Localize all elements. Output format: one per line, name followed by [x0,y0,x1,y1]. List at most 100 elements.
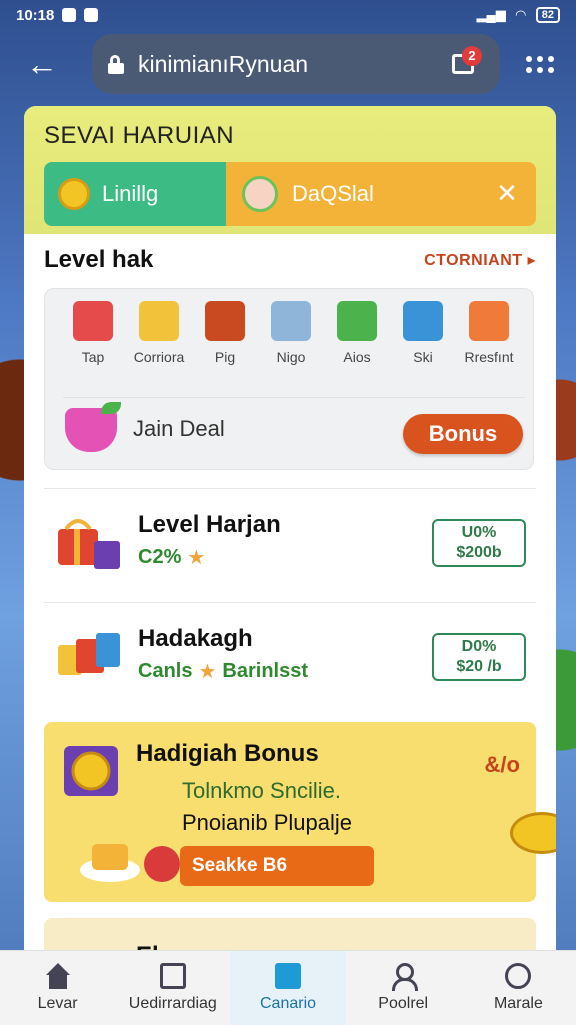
bonus-button[interactable]: Bonus [403,414,523,454]
bonus-percent: &/o [484,752,520,777]
category-item[interactable]: Tap [63,301,123,365]
category-item[interactable]: Ski [393,301,453,365]
pot-icon [205,301,245,341]
reward-title: Hadakagh [138,625,253,652]
tab-right[interactable]: DaQSlal ✕ [226,162,536,226]
section-title: Level hak [44,246,154,273]
category-label: Tap [81,349,105,365]
bottom-navigation: Levar Uedirrardiag Canario Poolrel Maral… [0,950,576,1025]
category-grid: Tap Corriora Pig Nigo Aios Ski Rresfınt [45,289,533,365]
coin-icon [510,812,556,854]
nav-label: Canario [259,995,317,1012]
category-label: Corriora [133,349,185,365]
category-label: Ski [413,349,433,365]
document-icon [159,963,186,989]
pill-top: D0% [461,638,497,655]
reward-subtitle: Canls ★ Barinlsst [138,659,308,684]
character-icon [242,176,278,212]
category-panel: Tap Corriora Pig Nigo Aios Ski Rresfınt Jain D… [44,288,534,470]
category-label: Aios [343,349,371,365]
reward-sub-label: Canls [138,660,193,682]
bonus-line-2: Pnoianib Plupalje [182,810,353,835]
section-header: Level hak CTORNIANT ▸ [44,244,536,276]
messages-button[interactable]: 2 [448,46,482,80]
pill-bottom: $20 /b [456,658,502,675]
medal-icon [64,746,118,796]
battery-icon: 82 [535,7,560,23]
lock-icon [108,55,124,74]
category-label: Pig [214,349,236,365]
blocks-icon [337,301,377,341]
reward-subtitle: C2% ★ [138,545,205,570]
heart-badge-icon [144,846,180,882]
notification-badge: 2 [462,46,482,66]
nav-label: Poolrel [378,995,429,1012]
status-time: 10:18 [16,6,55,24]
deal-label: Jain Deal [133,416,225,441]
card-header: SEVAI HARUIAN Linillg DaQSlal ✕ [24,106,556,234]
reward-value-pill[interactable]: U0% $200b [432,519,526,567]
status-bar: 10:18 ▂▄▆ ◠ 82 [0,0,576,30]
url-text: kinimianıRynuan [138,50,309,77]
bonus-code-button[interactable]: Seakke B6 [180,846,374,886]
bonus-title: Hadigiah Bonus [136,740,319,767]
pill-top: U0% [461,524,497,541]
tab-left[interactable]: Linillg [44,162,226,226]
reward-item[interactable]: Level Harjan C2% ★ U0% $200b [44,488,536,594]
reward-value-pill[interactable]: D0% $20 /b [432,633,526,681]
nav-item-canario[interactable]: Canario [230,951,346,1025]
gift-cubes-icon [469,301,509,341]
category-item[interactable]: Rresfınt [459,301,519,365]
rewards-card: SEVAI HARUIAN Linillg DaQSlal ✕ Level ha… [24,106,556,966]
nav-label: Marale [493,995,543,1012]
notification-icon [84,8,99,22]
nav-item-levar[interactable]: Levar [0,951,115,1025]
nav-label: Uedirrardiag [128,995,217,1012]
leaf-icon [101,402,121,414]
cup-icon [73,301,113,341]
coin-icon [58,178,90,210]
nav-item-uedirrardiag[interactable]: Uedirrardiag [115,951,230,1025]
bonus-line-1: Tolnkmo Sncilie. [182,778,341,803]
nav-item-marale[interactable]: Marale [461,951,576,1025]
home-icon [45,963,71,989]
ticket-icon [139,301,179,341]
deal-row: Jain Deal Bonus [63,397,525,458]
close-icon[interactable]: ✕ [492,178,522,208]
category-item[interactable]: Corriora [129,301,189,365]
page-title: SEVAI HARUIAN [44,122,235,149]
food-plate-icon [80,844,140,882]
reward-title: Level Harjan [138,511,281,538]
reward-percent: C2% [138,546,182,568]
pill-bottom: $200b [456,544,502,561]
tab-left-label: Linillg [102,181,159,206]
bonus-card[interactable]: Hadigiah Bonus &/o Tolnkmo Sncilie. Pnoi… [44,722,556,902]
gallery-icon [62,8,77,22]
reward-item[interactable]: Hadakagh Canls ★ Barinlsst D0% $20 /b [44,602,536,708]
clock-icon [505,963,532,989]
category-item[interactable]: Aios [327,301,387,365]
back-arrow-icon[interactable]: ← [22,46,62,82]
card-icon [275,963,301,989]
user-icon [390,963,419,991]
nav-label: Levar [37,995,78,1012]
browser-toolbar: ← kinimianıRynuan 2 [0,32,576,96]
globe-icon [403,301,443,341]
gift-bag-icon [58,519,120,569]
signal-icon: ▂▄▆ [476,7,506,22]
star-icon: ★ [187,547,206,569]
address-bar[interactable]: kinimianıRynuan 2 [92,34,500,94]
category-label: Nigo [276,349,306,365]
bowl-icon [65,408,117,452]
jar-icon [271,301,311,341]
section-link[interactable]: CTORNIANT ▸ [424,250,536,270]
category-item[interactable]: Pig [195,301,255,365]
more-options-icon[interactable] [526,50,554,78]
wifi-icon: ◠ [515,7,526,22]
category-item[interactable]: Nigo [261,301,321,365]
boxes-icon [58,633,120,675]
category-label: Rresfınt [464,349,514,365]
star-icon: ★ [198,661,217,683]
nav-item-poolrel[interactable]: Poolrel [346,951,461,1025]
reward-sub-label-2: Barinlsst [222,660,308,682]
